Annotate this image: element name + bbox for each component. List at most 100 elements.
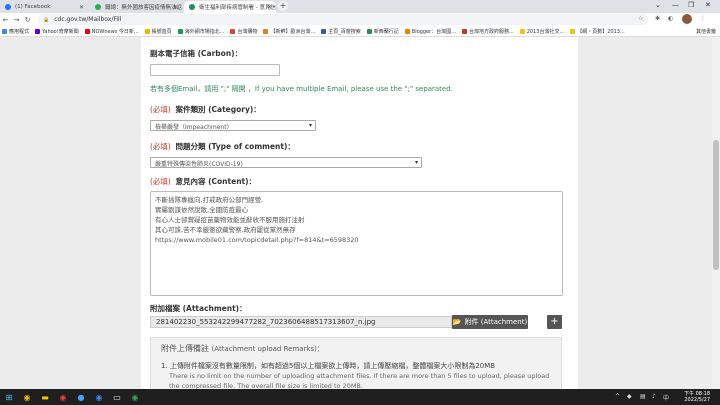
chrome-icon[interactable]: ◉ xyxy=(128,391,142,403)
required-mark: (必填) xyxy=(150,142,171,151)
add-attachment-button[interactable]: + xyxy=(547,315,562,329)
bookmark-item[interactable]: NOWnews 今日新... xyxy=(84,28,139,35)
content-line: https://www.mobile01.com/topicdetail.php… xyxy=(155,236,359,244)
forward-icon[interactable]: → xyxy=(11,16,22,24)
address-bar[interactable]: 🔒 cdc.gov.tw/Mailbox/Fill xyxy=(38,14,648,25)
tab-cdc-mailbox[interactable]: 衛生福利部疾病管制署 - 意見信箱 ✕ xyxy=(184,1,276,13)
bookmark-icon xyxy=(144,28,150,34)
avatar[interactable] xyxy=(682,14,692,24)
bookmark-item[interactable]: 主頁_百度搜索 xyxy=(321,28,361,35)
type-label: (必填) 問題分類 (Type of comment)： xyxy=(150,142,295,151)
chevron-down-icon: ▾ xyxy=(414,159,418,166)
carbon-label: 副本電子信箱 (Carbon)： xyxy=(150,49,243,58)
mailbox-form: 副本電子信箱 (Carbon)： 若有多個Email，請用 ";" 隔開 ，If… xyxy=(141,37,578,389)
bookmark-item[interactable]: 【網・頁數】2013... xyxy=(570,28,625,35)
other-bookmarks[interactable]: 其他書籤 xyxy=(696,28,716,35)
star-icon[interactable]: ☆ xyxy=(638,15,643,22)
content-label: (必填) 意見內容 (Content)： xyxy=(150,177,257,186)
chrome-icon[interactable]: ◉ xyxy=(20,391,34,403)
content-line: 不斷插隊專瘋向,打戒政府公部門經營, xyxy=(155,196,264,204)
windows-start-icon[interactable]: ⊞ xyxy=(2,391,16,403)
category-select[interactable]: 檢舉嚴發（Impeachment） ▾ xyxy=(150,120,316,131)
apps-icon xyxy=(2,28,7,34)
clock-date: 2022/5/27 xyxy=(684,397,710,403)
blogger-icon xyxy=(404,28,410,34)
facebook-icon xyxy=(5,4,11,10)
attachment-button[interactable]: 📂 附件 (Attachment) xyxy=(452,315,528,329)
app-icon[interactable]: ● xyxy=(74,391,88,403)
bookmark-item[interactable]: 帳號首頁 xyxy=(144,28,172,35)
carbon-hint: 若有多個Email，請用 ";" 隔開 ，If you have multipl… xyxy=(150,85,453,93)
attachment-filename: 281402230_553242299477282_70236064885173… xyxy=(150,316,452,328)
remarks-title: 附件上傳備註 (Attachment upload Remarks)： xyxy=(161,344,324,353)
bookmark-item[interactable]: 【新鮮】歐洲台灣... xyxy=(263,28,315,35)
tab-label: (1) Facebook xyxy=(15,4,51,10)
new-tab-button[interactable]: + xyxy=(278,1,288,11)
tab-strip: (1) Facebook ✕ 鐵總：無外國旅客因疫情無法返國... ✕ 衛生福利… xyxy=(0,0,720,13)
attachment-label: 附加檔案 (Attachment)： xyxy=(150,304,247,313)
volume-icon[interactable]: ♪ xyxy=(652,393,656,400)
content-line: 實屬劉謀依然說散,全國防疫最心 xyxy=(155,206,249,214)
clock[interactable]: 下午 08:18 2022/5/27 xyxy=(684,391,710,403)
network-icon[interactable]: ▤ xyxy=(640,393,646,400)
folder-icon xyxy=(570,28,576,34)
taskbar: ⊞ ◉ ▬ ◉ ● ◉ ▭ ◉ ^ ◆ ▤ ♪ 中 下午 08:18 2022/… xyxy=(0,389,720,405)
bookmark-icon xyxy=(321,28,327,34)
reload-icon[interactable]: ↻ xyxy=(22,16,33,24)
content-textarea[interactable]: 不斷插隊專瘋向,打戒政府公部門經營, 實屬劉謀依然說散,全國防疫最心 有心人士卻… xyxy=(150,191,563,296)
required-mark: (必填) xyxy=(150,105,171,114)
cdc-icon xyxy=(189,4,195,10)
bookmark-icon xyxy=(263,28,269,34)
tab-search-icon[interactable]: ⌄ xyxy=(655,1,661,9)
yahoo-icon xyxy=(35,28,41,34)
navigation-bar: ← → ↻ 🔒 cdc.gov.tw/Mailbox/Fill ☆ ✱ ◐ ⋮ xyxy=(0,13,720,26)
remarks-english: There is no limit on the number of uploa… xyxy=(169,372,550,380)
content-line: 其心可誅,苦不幸嚴懲欲藏警察,政府罷從黨然無存 xyxy=(155,226,296,234)
tray-expand-icon[interactable]: ^ xyxy=(615,393,620,400)
tray-app-icon[interactable]: ◆ xyxy=(627,393,632,400)
bookmark-icon xyxy=(366,28,372,34)
attachment-remarks: 附件上傳備註 (Attachment upload Remarks)： 1. 上… xyxy=(150,337,562,389)
extensions-icon[interactable]: ✱ xyxy=(655,15,660,22)
profile-icon[interactable]: ◐ xyxy=(668,15,673,22)
remarks-line: 1. 上傳附件檔案沒有數量限制，如有超過5個以上檔案欲上傳時，請上傳壓縮檔，整體… xyxy=(161,362,496,370)
minimize-button[interactable]: — xyxy=(672,1,679,9)
file-explorer-icon[interactable]: ▬ xyxy=(38,391,52,403)
bookmark-item[interactable]: 應用程式 xyxy=(2,28,29,35)
ime-icon[interactable]: 中 xyxy=(663,393,669,402)
required-mark: (必填) xyxy=(150,177,171,186)
type-select[interactable]: 嚴重特殊傳染性肺炎(COVID-19) ▾ xyxy=(150,157,422,168)
tab-facebook[interactable]: (1) Facebook ✕ xyxy=(0,1,88,13)
remarks-english: the compressed file. The overall file si… xyxy=(169,382,363,389)
carbon-email-field[interactable] xyxy=(150,64,280,76)
app-icon[interactable]: ◉ xyxy=(92,391,106,403)
bookmark-item[interactable]: 新西蘭行記 xyxy=(366,28,399,35)
bookmark-item[interactable]: 台灣購物 xyxy=(230,28,257,35)
close-icon[interactable]: ✕ xyxy=(173,4,178,11)
chevron-down-icon: ▾ xyxy=(308,122,312,129)
menu-icon[interactable]: ⋮ xyxy=(700,15,706,22)
close-icon[interactable]: ✕ xyxy=(79,4,84,11)
tab-label: 鐵總：無外國旅客因疫情無法返國... xyxy=(105,5,182,11)
chrome-icon[interactable]: ◉ xyxy=(56,391,70,403)
tab-news[interactable]: 鐵總：無外國旅客因疫情無法返國... ✕ xyxy=(90,1,182,13)
bookmark-item[interactable]: 2013台灣社交... xyxy=(519,28,564,35)
bookmark-icon xyxy=(230,28,236,34)
folder-icon xyxy=(519,28,525,34)
back-icon[interactable]: ← xyxy=(0,16,11,24)
tab-label: 衛生福利部疾病管制署 - 意見信箱 xyxy=(199,5,276,11)
close-icon[interactable]: ✕ xyxy=(267,4,272,11)
news-icon xyxy=(95,4,101,10)
bookmark-item[interactable]: 海外網市場指北... xyxy=(177,28,224,35)
app-icon[interactable]: ▭ xyxy=(110,391,124,403)
folder-icon: 📂 xyxy=(452,318,462,326)
close-window-button[interactable]: ✕ xyxy=(705,1,711,9)
bookmark-item[interactable]: Yahoo!奇摩新聞 xyxy=(35,28,79,35)
maximize-button[interactable]: ❐ xyxy=(688,1,694,9)
scrollbar-thumb[interactable] xyxy=(713,140,719,270)
bookmark-item[interactable]: 台灣地方政府服務... xyxy=(461,28,514,35)
lock-icon: 🔒 xyxy=(43,16,50,23)
bookmark-item[interactable]: Blogger：台灣國... xyxy=(404,28,456,35)
address-text: cdc.gov.tw/Mailbox/Fill xyxy=(54,16,122,23)
page-viewport: 副本電子信箱 (Carbon)： 若有多個Email，請用 ";" 隔開 ，If… xyxy=(0,37,712,389)
